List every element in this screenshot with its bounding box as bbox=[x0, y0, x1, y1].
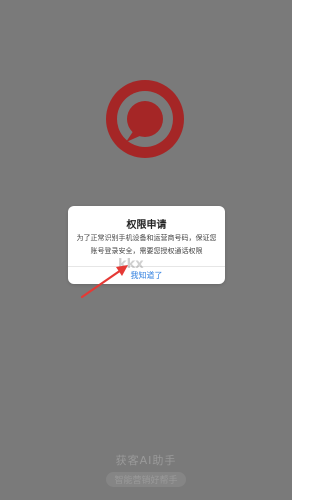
brand-tagline: 智能营销好帮手 bbox=[106, 472, 186, 487]
background-watermark bbox=[0, 410, 292, 451]
dialog-title: 权限申请 bbox=[126, 220, 167, 231]
app-logo-icon bbox=[106, 80, 184, 158]
screen-overlay: 获客AI助手 智能营销好帮手 权限申请 为了正常识别手机设备和运营商号码，保证您… bbox=[0, 0, 292, 500]
dialog-message: 为了正常识别手机设备和运营商号码，保证您账号登录安全，需要您授权通话权限 bbox=[76, 234, 217, 255]
permission-dialog: 权限申请 为了正常识别手机设备和运营商号码，保证您账号登录安全，需要您授权通话权… bbox=[68, 206, 225, 284]
brand-name: 获客AI助手 bbox=[115, 454, 177, 467]
bottom-brand: 获客AI助手 智能营销好帮手 bbox=[0, 452, 292, 487]
dialog-confirm-button[interactable]: 我知道了 bbox=[68, 267, 225, 284]
